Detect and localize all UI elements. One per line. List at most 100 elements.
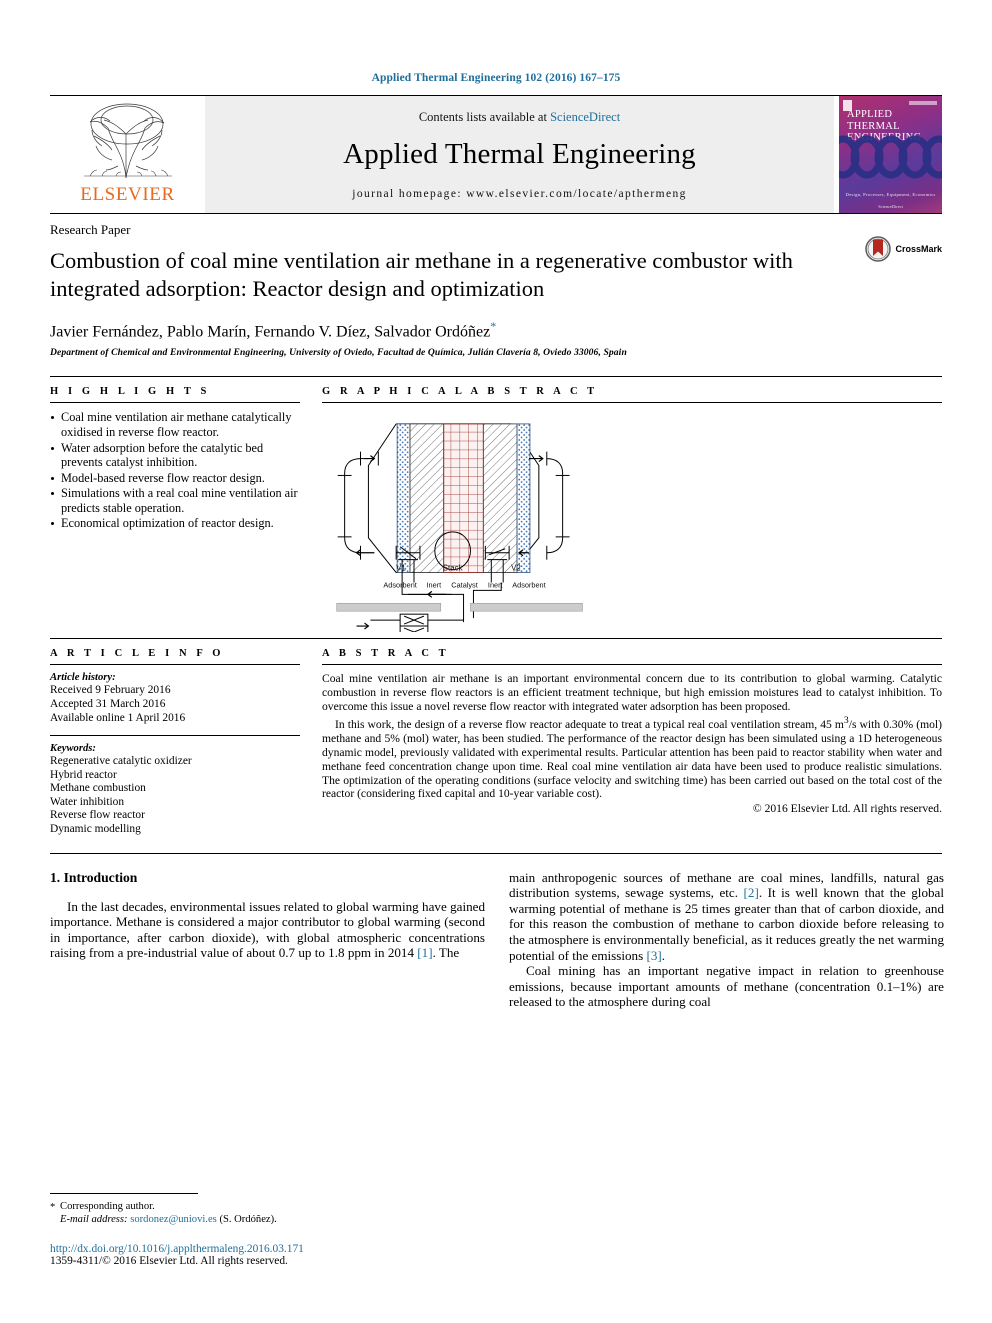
intro-paragraph-left: In the last decades, environmental issue…: [50, 899, 485, 961]
graphical-abstract-rule: [322, 402, 942, 404]
email-note: E-mail address: sordonez@uniovi.es (S. O…: [50, 1213, 485, 1226]
valve-v1-label: V1: [396, 564, 406, 573]
highlights-column: H I G H L I G H T S Coal mine ventilatio…: [50, 386, 300, 632]
email-link[interactable]: sordonez@uniovi.es: [130, 1214, 217, 1225]
list-item: Model-based reverse flow reactor design.: [50, 471, 300, 486]
corresponding-author-text: Corresponding author.: [60, 1201, 155, 1212]
cover-tagline: Design, Processes, Equipment, Economics: [845, 192, 936, 197]
right-piping: [546, 451, 570, 560]
bed-label-catalyst: Catalyst: [451, 581, 477, 590]
valve-v2-label: V2: [511, 564, 521, 573]
abstract-column: A B S T R A C T Coal mine ventilation ai…: [322, 648, 942, 836]
stack-label: Stack: [443, 564, 463, 573]
bed-label-row: Adsorbent Inert Catalyst Inert Adsorbent: [383, 581, 545, 590]
highlights-list: Coal mine ventilation air methane cataly…: [50, 410, 300, 531]
ground-bars: [336, 603, 583, 612]
cover-footer: ScienceDirect: [878, 204, 903, 209]
outlet-arrow-left: [355, 549, 375, 557]
highlights-heading: H I G H L I G H T S: [50, 386, 210, 398]
section-heading-introduction: 1. Introduction: [50, 869, 138, 885]
left-piping: [337, 451, 379, 560]
highlights-rule: [50, 402, 300, 404]
keyword-item: Reverse flow reactor: [50, 809, 145, 822]
author-names: Javier Fernández, Pablo Marín, Fernando …: [50, 323, 491, 341]
intro-paragraph-right-1: main anthropogenic sources of methane ar…: [509, 870, 944, 964]
journal-band: Contents lists available at ScienceDirec…: [205, 96, 834, 213]
journal-masthead: ELSEVIER Contents lists available at Sci…: [50, 95, 942, 213]
abstract-paragraph-2: In this work, the design of a reverse fl…: [322, 714, 942, 801]
bed-label-inert-right: Inert: [488, 581, 503, 590]
abstract-rule: [322, 664, 942, 666]
citation-ref-3[interactable]: [3]: [646, 948, 661, 963]
doi-block: http://dx.doi.org/10.1016/j.applthermale…: [50, 1243, 485, 1267]
bed-label-inert-left: Inert: [426, 581, 441, 590]
crossmark-label: CrossMark: [895, 244, 942, 254]
intro-paragraph-right-2: Coal mining has an important negative im…: [509, 963, 944, 1010]
elsevier-logo: ELSEVIER: [50, 96, 205, 213]
article-info-heading: A R T I C L E I N F O: [50, 648, 225, 660]
bed-label-adsorbent-left: Adsorbent: [383, 581, 416, 590]
reactor-beds: [396, 423, 531, 574]
crossmark-badge[interactable]: CrossMark: [865, 236, 942, 262]
journal-title: Applied Thermal Engineering: [343, 138, 696, 170]
cover-issue-band: [909, 101, 937, 105]
crossmark-icon: [865, 236, 892, 262]
abstract-heading: A B S T R A C T: [322, 648, 450, 660]
email-label: E-mail address:: [60, 1214, 128, 1225]
list-item: Simulations with a real coal mine ventil…: [50, 486, 300, 515]
intro-left-tail: . The: [432, 945, 460, 961]
citation-ref-1[interactable]: [1]: [417, 945, 432, 960]
highlights-graphical-band: H I G H L I G H T S Coal mine ventilatio…: [50, 376, 942, 633]
keywords-label: Keywords:: [50, 743, 96, 755]
list-item: Coal mine ventilation air methane cataly…: [50, 410, 300, 439]
fan: [370, 613, 464, 633]
graphical-abstract-column: G R A P H I C A L A B S T R A C T Adsorb…: [322, 386, 942, 633]
keyword-item: Hybrid reactor: [50, 768, 117, 781]
page-footer: * Corresponding author. E-mail address: …: [50, 1193, 485, 1267]
article-info-rule: [50, 664, 300, 666]
body-column-right: main anthropogenic sources of methane ar…: [509, 870, 944, 1010]
keywords-block: Keywords: Regenerative catalytic oxidize…: [50, 735, 300, 837]
body-column-left: 1. Introduction In the last decades, env…: [50, 870, 485, 1010]
elsevier-tree-icon: [83, 103, 172, 179]
citation-ref-2[interactable]: [2]: [744, 885, 759, 900]
reverse-flow-reactor-diagram: Adsorbent Inert Catalyst Inert Adsorbent: [336, 423, 583, 633]
keyword-item: Dynamic modelling: [50, 823, 141, 836]
history-accepted: Accepted 31 March 2016: [50, 697, 166, 710]
fan-inlet-arrow: [356, 622, 370, 630]
graphical-abstract-heading: G R A P H I C A L A B S T R A C T: [322, 386, 598, 398]
keyword-item: Regenerative catalytic oxidizer: [50, 755, 192, 768]
abstract-p2-pre: In this work, the design of a reverse fl…: [335, 717, 844, 731]
contents-prefix: Contents lists available at: [418, 110, 551, 124]
issn-copyright: 1359-4311/© 2016 Elsevier Ltd. All right…: [50, 1255, 288, 1267]
corresponding-author-marker: *: [490, 319, 497, 333]
keyword-item: Methane combustion: [50, 782, 146, 795]
cover-title-line1: APPLIED: [847, 109, 893, 120]
journal-homepage[interactable]: journal homepage: www.elsevier.com/locat…: [352, 188, 687, 200]
contents-available-line: Contents lists available at ScienceDirec…: [419, 110, 620, 125]
corresponding-author-note: * Corresponding author.: [50, 1200, 485, 1213]
cover-wave-graphic: [839, 135, 942, 179]
email-owner: (S. Ordóñez).: [219, 1214, 277, 1225]
body-columns: 1. Introduction In the last decades, env…: [50, 852, 944, 1010]
footnote-rule: [50, 1193, 198, 1194]
history-online: Available online 1 April 2016: [50, 711, 186, 724]
graphical-abstract-figure: Adsorbent Inert Catalyst Inert Adsorbent: [322, 410, 942, 633]
inlet-arrow-left: [364, 455, 376, 463]
sciencedirect-link[interactable]: ScienceDirect: [550, 110, 620, 124]
doi-link[interactable]: http://dx.doi.org/10.1016/j.applthermale…: [50, 1243, 485, 1255]
manifold-arrow: [426, 591, 446, 599]
author-list: Javier Fernández, Pablo Marín, Fernando …: [50, 319, 942, 341]
abstract-paragraph-1: Coal mine ventilation air methane is an …: [322, 672, 942, 714]
article-info-column: A R T I C L E I N F O Article history: R…: [50, 648, 300, 836]
list-item: Water adsorption before the catalytic be…: [50, 441, 300, 470]
affiliation: Department of Chemical and Environmental…: [50, 347, 627, 359]
running-head: Applied Thermal Engineering 102 (2016) 1…: [371, 72, 621, 84]
elsevier-wordmark: ELSEVIER: [80, 184, 175, 205]
paper-page: Applied Thermal Engineering 102 (2016) 1…: [0, 0, 992, 1323]
history-received: Received 9 February 2016: [50, 684, 171, 697]
title-block: Research Paper Combustion of coal mine v…: [50, 213, 942, 358]
list-item: Economical optimization of reactor desig…: [50, 516, 300, 531]
article-history-label: Article history:: [50, 672, 116, 684]
keyword-item: Water inhibition: [50, 795, 125, 808]
